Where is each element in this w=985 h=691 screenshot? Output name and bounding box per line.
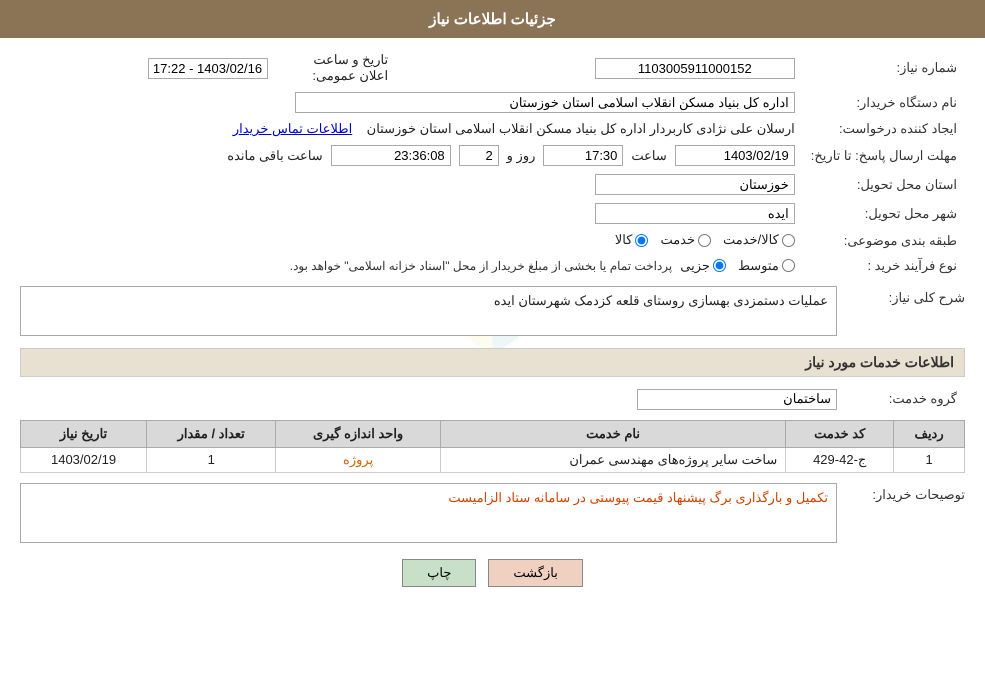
grohKhadamat-input[interactable] xyxy=(637,389,837,410)
khadamat-table: ردیف کد خدمت نام خدمت واحد اندازه گیری ت… xyxy=(20,420,965,473)
ettelatTamas-link[interactable]: اطلاعات تماس خریدار xyxy=(233,121,352,136)
tosifKharidar-box: تکمیل و بارگذاری برگ پیشنهاد قیمت پیوستی… xyxy=(20,483,837,543)
rooz-input[interactable] xyxy=(459,145,499,166)
tarikhAelan-label: تاریخ و ساعت اعلان عمومی: xyxy=(312,52,388,83)
table-row: 1ج-42-429ساخت سایر پروژه‌های مهندسی عمرا… xyxy=(21,447,965,472)
shahr-input[interactable] xyxy=(595,203,795,224)
namDastgah-input[interactable] xyxy=(295,92,795,113)
saat-baqi-label: ساعت باقی مانده xyxy=(227,148,322,164)
col-tedad: تعداد / مقدار xyxy=(147,420,276,447)
namDastgah-label: نام دستگاه خریدار: xyxy=(803,88,965,117)
page-title: جزئیات اطلاعات نیاز xyxy=(429,11,556,28)
tabaqe-label: طبقه بندی موضوعی: xyxy=(803,228,965,254)
ijadKonande-value: ارسلان علی نژادی کاربردار اداره کل بنیاد… xyxy=(367,121,795,136)
grohKhadamat-label: گروه خدمت: xyxy=(845,385,965,414)
tarikhAelan-input[interactable] xyxy=(148,58,268,79)
shomareNiaz-input[interactable] xyxy=(595,58,795,79)
radio-jozii[interactable]: جزیی xyxy=(680,258,726,274)
back-button[interactable]: بازگشت xyxy=(488,559,582,587)
farayand-note: پرداخت تمام یا بخشی از مبلغ خریدار از مح… xyxy=(290,259,673,273)
shahr-label: شهر محل تحویل: xyxy=(803,199,965,228)
ijadKonande-label: ایجاد کننده درخواست: xyxy=(803,117,965,141)
khadamat-section-title: اطلاعات خدمات مورد نیاز xyxy=(20,348,965,377)
radio-khadamat[interactable]: خدمت xyxy=(660,232,711,248)
ostan-label: استان محل تحویل: xyxy=(803,170,965,199)
rooz-label: روز و xyxy=(507,148,536,164)
shomareNiaz-label: شماره نیاز: xyxy=(803,48,965,88)
print-button[interactable]: چاپ xyxy=(402,559,476,587)
saat-pasokh-input[interactable] xyxy=(543,145,623,166)
radio-kala[interactable]: کالا xyxy=(615,232,649,248)
tosifKharidar-value: تکمیل و بارگذاری برگ پیشنهاد قیمت پیوستی… xyxy=(448,490,828,505)
ostan-input[interactable] xyxy=(595,174,795,195)
radio-mottavasset[interactable]: متوسط xyxy=(738,258,795,274)
tosifKharidar-label: توصیحات خریدار: xyxy=(872,487,965,502)
button-row: بازگشت چاپ xyxy=(20,559,965,587)
sharhKolli-label: شرح کلی نیاز: xyxy=(889,290,965,305)
page-header: جزئیات اطلاعات نیاز xyxy=(0,0,985,38)
sharhKolli-value: عملیات دستمزدی بهسازی روستای قلعه کزدمک … xyxy=(494,293,828,308)
saat-baqi-input[interactable] xyxy=(331,145,451,166)
sharhKolli-box: عملیات دستمزدی بهسازی روستای قلعه کزدمک … xyxy=(20,286,837,336)
mohlat-label: مهلت ارسال پاسخ: تا تاریخ: xyxy=(803,141,965,170)
col-tarikh: تاریخ نیاز xyxy=(21,420,147,447)
col-nam: نام خدمت xyxy=(440,420,785,447)
col-radif: ردیف xyxy=(894,420,965,447)
tarikh-pasokh-input[interactable] xyxy=(675,145,795,166)
col-kod: کد خدمت xyxy=(786,420,894,447)
saat-label: ساعت xyxy=(631,148,666,164)
radio-kalaKhadamat[interactable]: کالا/خدمت xyxy=(723,232,795,248)
col-vahed: واحد اندازه گیری xyxy=(276,420,441,447)
noeFarayand-label: نوع فرآیند خرید : xyxy=(803,254,965,278)
